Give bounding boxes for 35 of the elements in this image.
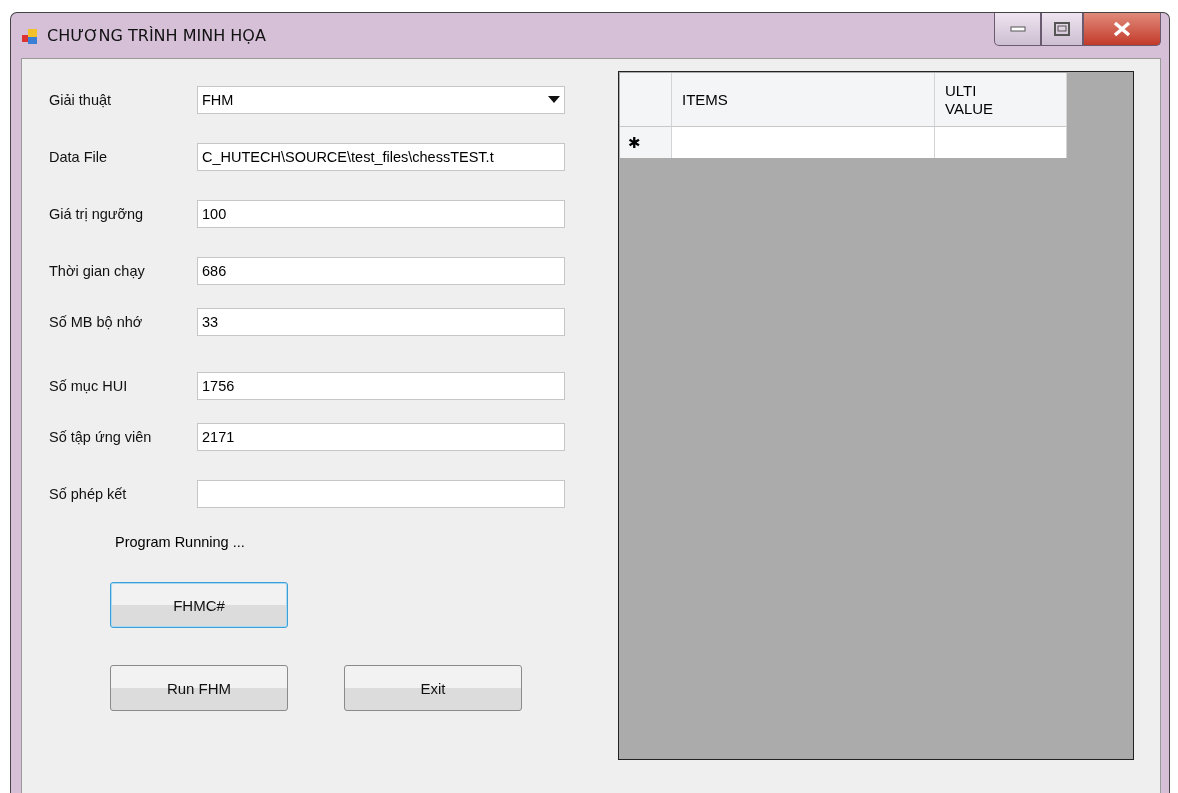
input-field[interactable] (197, 479, 565, 508)
field-label: Giải thuật (49, 91, 113, 108)
row-header[interactable]: ✱ (620, 127, 672, 158)
table-cell[interactable] (672, 127, 935, 158)
input-field[interactable]: 1756 (197, 371, 565, 400)
field-label: Thời gian chạy (49, 262, 146, 279)
field-label: Giá trị ngưỡng (49, 205, 145, 222)
field-label: Data File (49, 148, 109, 165)
minimize-button[interactable] (994, 13, 1041, 46)
input-field[interactable]: 33 (197, 307, 565, 336)
field-label: Số MB bộ nhớ (49, 313, 144, 330)
maximize-icon (1054, 22, 1070, 36)
status-text: Program Running ... (115, 534, 246, 550)
input-field[interactable]: C_HUTECH\SOURCE\test_files\chessTEST.t (197, 142, 565, 171)
minimize-icon (1009, 26, 1026, 32)
column-header[interactable]: ITEMS (672, 73, 935, 127)
input-field[interactable]: 100 (197, 199, 565, 228)
column-header[interactable]: ULTI VALUE (935, 73, 1067, 127)
app-icon (21, 28, 39, 46)
close-icon (1112, 21, 1132, 37)
field-label: Số mục HUI (49, 377, 129, 394)
exit-button[interactable]: Exit (344, 665, 522, 711)
run-button[interactable]: Run FHM (110, 665, 288, 711)
table-cell[interactable] (935, 127, 1067, 158)
field-label: Số tập ứng viên (49, 428, 153, 445)
maximize-button[interactable] (1041, 13, 1083, 46)
close-button[interactable] (1083, 13, 1161, 46)
window-title: CHƯƠNG TRÌNH MINH HỌA (47, 26, 267, 45)
header-corner (620, 73, 672, 127)
caret-icon (548, 96, 560, 103)
field-label: Số phép kết (49, 485, 128, 502)
fhmc-button[interactable]: FHMC# (110, 582, 288, 628)
input-field[interactable]: 686 (197, 256, 565, 285)
input-field[interactable]: 2171 (197, 422, 565, 451)
dropdown[interactable]: FHM (197, 85, 565, 114)
